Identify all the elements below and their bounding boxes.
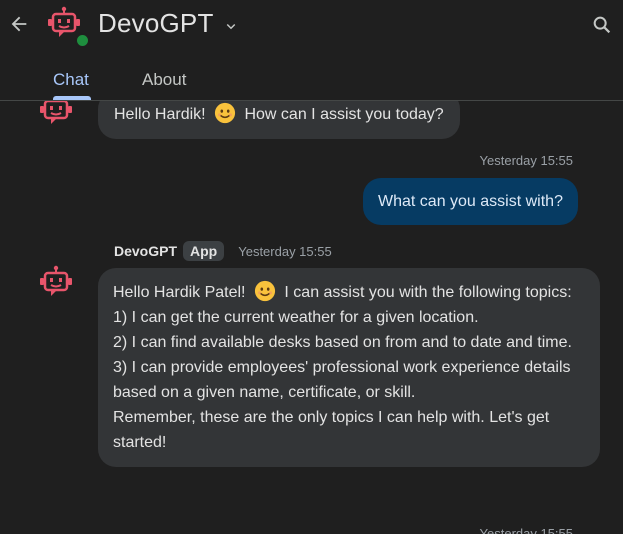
app-header: DevoGPT Chat About xyxy=(0,0,623,100)
message-line: Remember, these are the only topics I ca… xyxy=(113,409,550,451)
message-line: 2) I can find available desks based on f… xyxy=(113,334,572,351)
sender-name[interactable]: DevoGPT xyxy=(114,243,177,259)
message-timestamp: Yesterday 15:55 xyxy=(479,526,573,534)
app-title[interactable]: DevoGPT xyxy=(98,8,214,39)
bot-avatar-icon[interactable] xyxy=(38,265,74,301)
tab-chat[interactable]: Chat xyxy=(53,70,89,90)
bot-avatar-icon xyxy=(40,101,72,124)
chevron-down-icon[interactable] xyxy=(222,17,240,35)
bot-message-bubble: Hello Hardik Patel! I can assist you wit… xyxy=(98,268,600,467)
message-timestamp: Yesterday 15:55 xyxy=(238,244,332,259)
message-meta: DevoGPT App Yesterday 15:55 xyxy=(114,241,332,261)
app-badge: App xyxy=(183,241,225,261)
message-text: Hello Hardik! xyxy=(114,106,211,123)
message-line: 3) I can provide employees' professional… xyxy=(113,359,571,401)
message-intro: Hello Hardik Patel! I can assist you wit… xyxy=(113,280,585,305)
smiling-face-icon xyxy=(214,102,236,124)
arrow-left-icon[interactable] xyxy=(8,13,30,35)
tab-about[interactable]: About xyxy=(142,70,186,90)
user-message-bubble: What can you assist with? xyxy=(363,178,578,225)
message-text: How can I assist you today? xyxy=(240,106,444,123)
online-status-dot xyxy=(75,33,90,48)
message-timestamp: Yesterday 15:55 xyxy=(479,153,573,168)
message-text: I can assist you with the following topi… xyxy=(279,284,572,301)
chat-thread[interactable]: Hello Hardik! How can I assist you today… xyxy=(0,101,623,534)
message-line: 1) I can get the current weather for a g… xyxy=(113,309,479,326)
search-icon[interactable] xyxy=(591,14,613,36)
message-text: Hello Hardik Patel! xyxy=(113,284,250,301)
smiling-face-icon xyxy=(254,280,276,302)
bot-message-bubble: Hello Hardik! How can I assist you today… xyxy=(98,101,460,139)
